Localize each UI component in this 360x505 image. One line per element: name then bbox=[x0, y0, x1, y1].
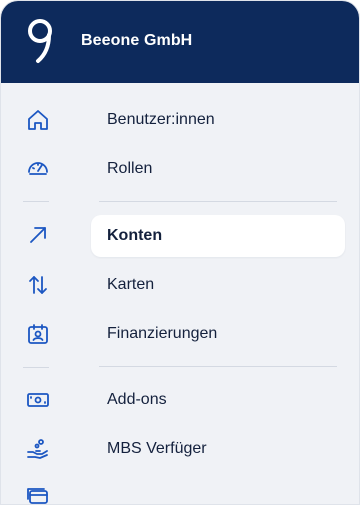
menu-item-benutzer-innen[interactable]: Benutzer:innen bbox=[91, 99, 345, 141]
company-name[interactable]: Beeone GmbH bbox=[81, 32, 192, 50]
transfer-arrows-icon[interactable] bbox=[25, 272, 51, 298]
header-bar: Beeone GmbH bbox=[1, 1, 359, 83]
arrow-up-right-icon[interactable] bbox=[25, 222, 51, 248]
menu-item-karten[interactable]: Karten bbox=[91, 264, 345, 306]
menu-item-konten[interactable]: Konten bbox=[91, 215, 345, 257]
beeone-logo-icon[interactable] bbox=[25, 17, 55, 65]
menu-divider bbox=[99, 201, 337, 202]
home-icon[interactable] bbox=[25, 107, 51, 133]
menu-item-mbs-verfueger[interactable]: MBS Verfüger bbox=[91, 428, 345, 470]
menu-item-rollen[interactable]: Rollen bbox=[91, 148, 345, 190]
app-frame: Beeone GmbH Benutzer:innen Rollen Konten… bbox=[0, 0, 360, 505]
main-menu: Benutzer:innen Rollen Konten Karten Fina… bbox=[91, 83, 345, 504]
icon-rail bbox=[1, 83, 73, 504]
cards-icon[interactable] bbox=[25, 483, 51, 504]
menu-item-finanzierungen[interactable]: Finanzierungen bbox=[91, 313, 345, 355]
banknote-icon[interactable] bbox=[25, 387, 51, 413]
calendar-user-icon[interactable] bbox=[25, 321, 51, 347]
menu-item-add-ons[interactable]: Add-ons bbox=[91, 379, 345, 421]
dashboard-gauge-icon[interactable] bbox=[25, 155, 51, 181]
hand-coins-icon[interactable] bbox=[25, 436, 51, 462]
rail-divider bbox=[23, 367, 49, 368]
menu-divider bbox=[99, 366, 337, 367]
rail-divider bbox=[23, 201, 49, 202]
